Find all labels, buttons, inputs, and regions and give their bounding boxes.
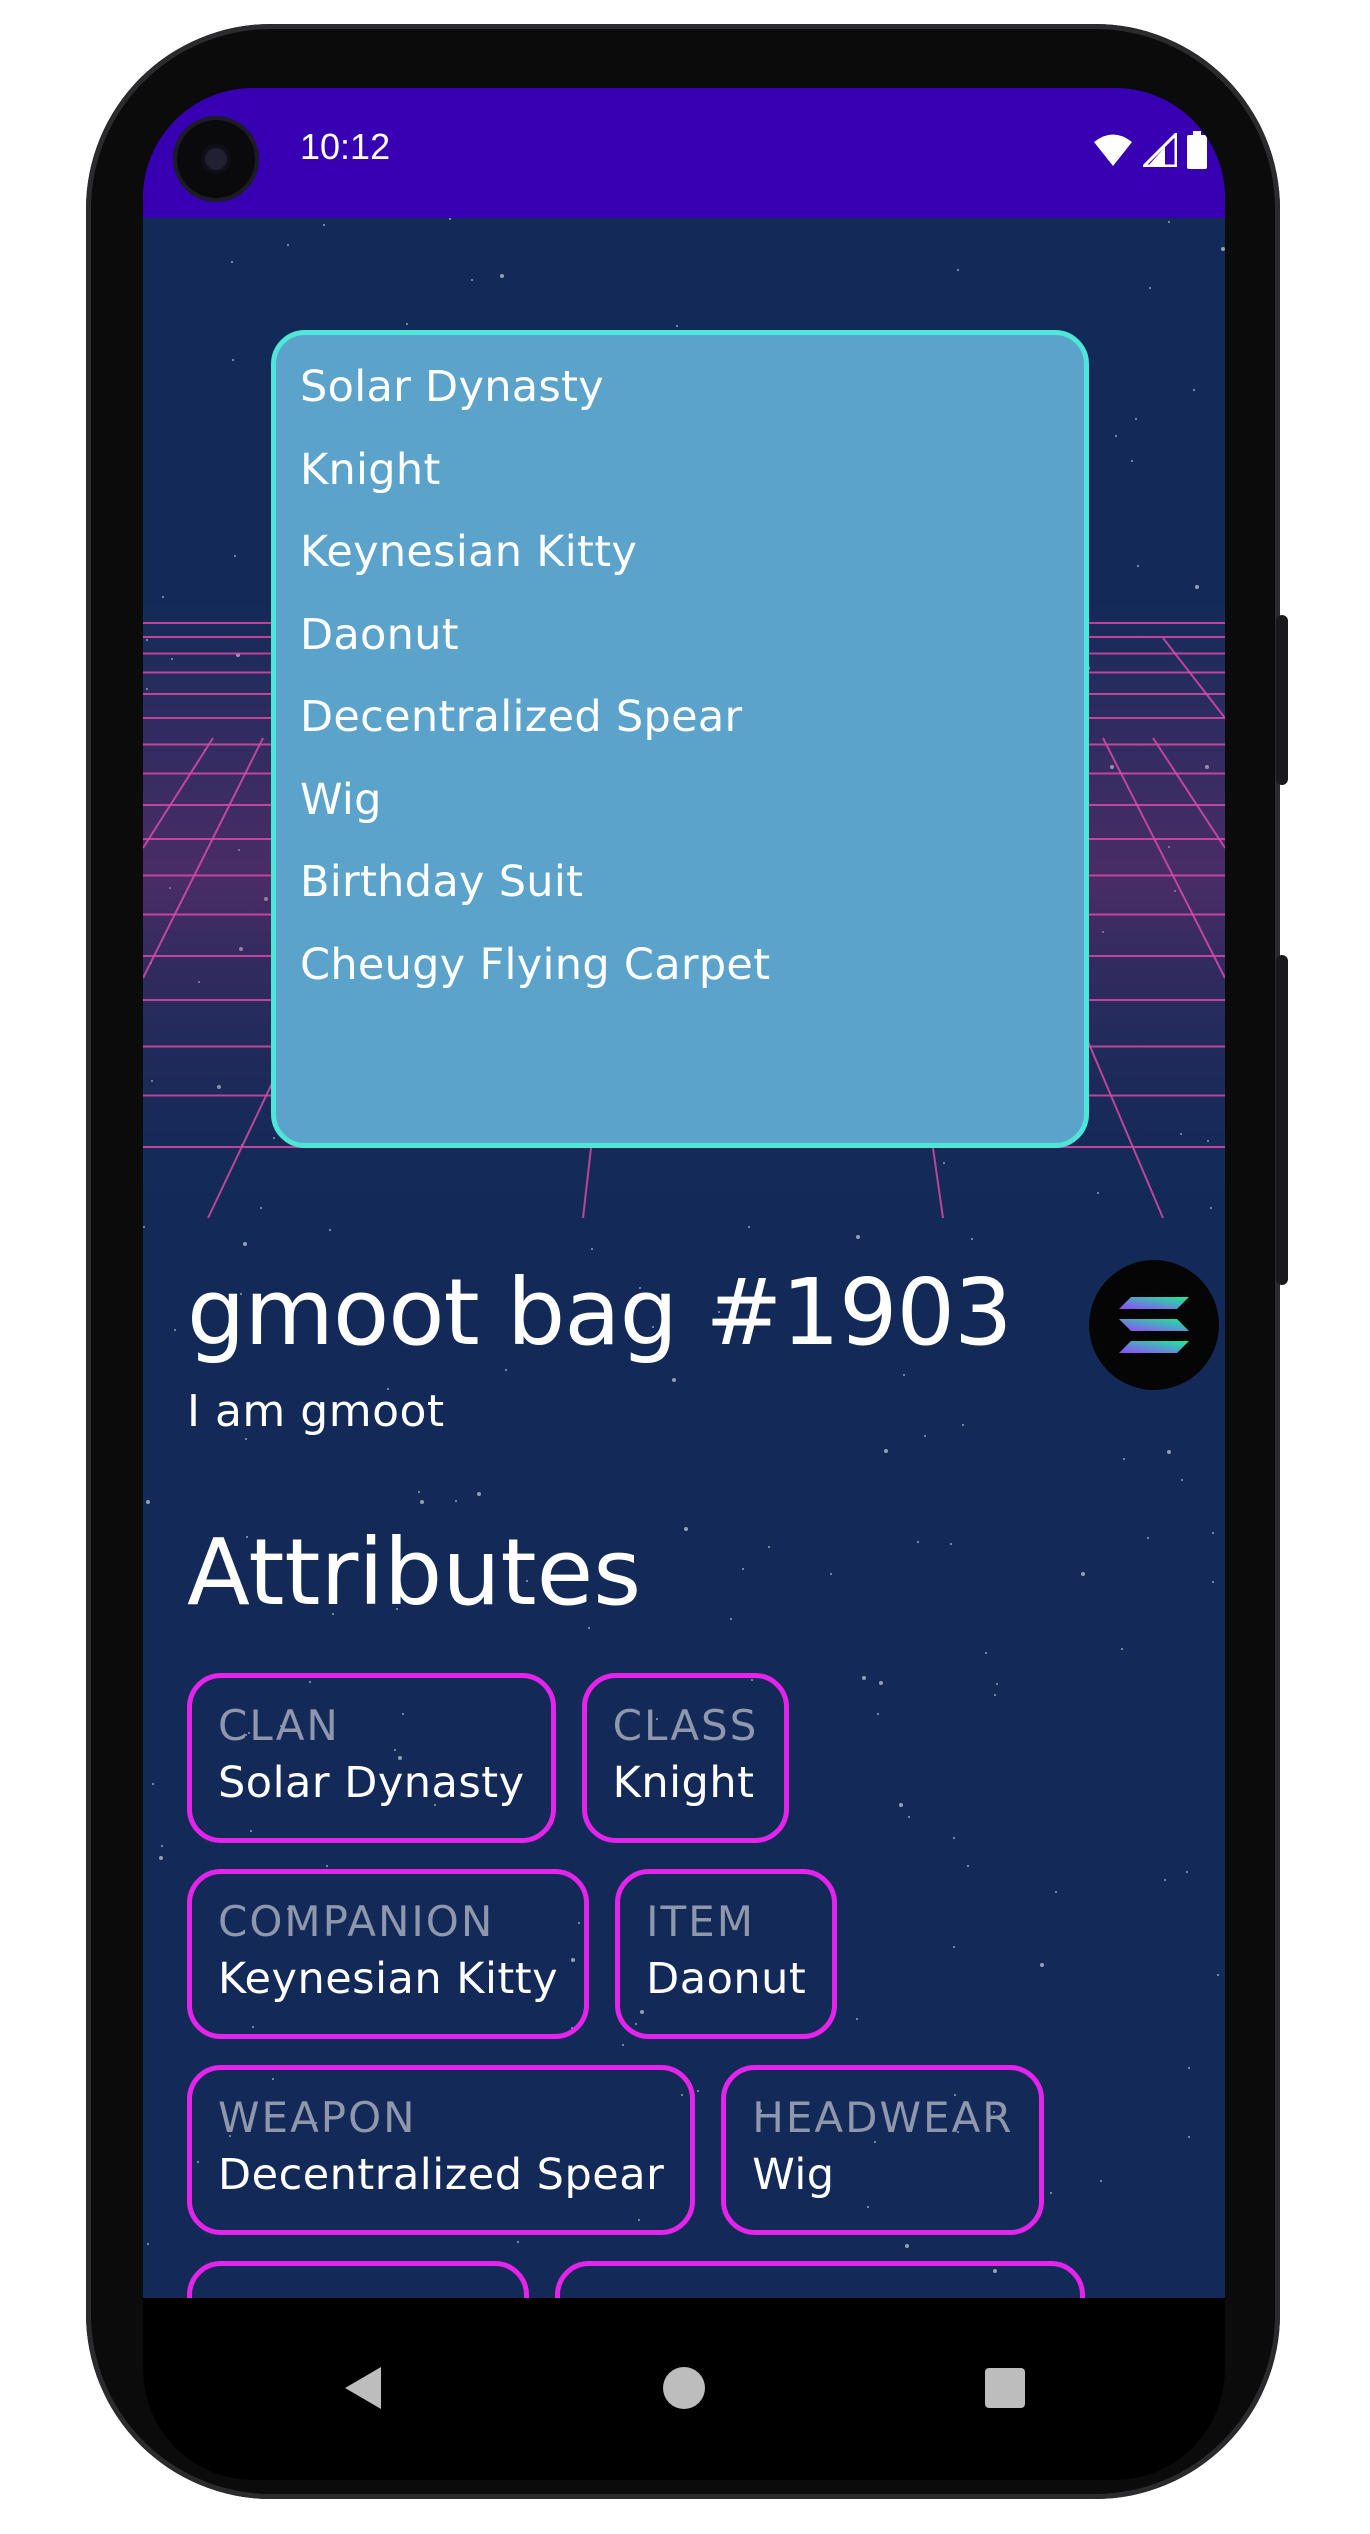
star-dot <box>477 1492 481 1496</box>
status-bar: 10:12 <box>143 88 1225 218</box>
star-dot <box>971 1238 973 1240</box>
home-icon[interactable] <box>644 2348 724 2428</box>
attribute-label: ITEM <box>646 1897 755 1946</box>
traits-list-card: Solar Dynasty Knight Keynesian Kitty Dao… <box>271 330 1089 1148</box>
star-dot <box>884 1449 888 1453</box>
star-dot <box>1123 1458 1125 1460</box>
star-dot <box>591 1248 593 1250</box>
star-dot <box>962 1424 964 1426</box>
attribute-chip-item[interactable]: ITEM Daonut <box>615 1869 838 2039</box>
attribute-label: HEADWEAR <box>752 2093 1014 2142</box>
attributes-grid: CLAN Solar Dynasty CLASS Knight COMPANIO… <box>187 1673 1197 2298</box>
attribute-chip-partial[interactable] <box>555 2261 1085 2298</box>
star-dot <box>1147 1537 1149 1539</box>
trait-line: Cheugy Flying Carpet <box>300 939 771 990</box>
nft-detail-page[interactable]: Solar Dynasty Knight Keynesian Kitty Dao… <box>143 218 1225 2298</box>
star-dot <box>1212 1532 1214 1534</box>
volume-button <box>1276 955 1288 1285</box>
star-dot <box>159 1856 163 1860</box>
attribute-row: WEAPON Decentralized Spear HEADWEAR Wig <box>187 2065 1197 2235</box>
attribute-row <box>187 2261 1197 2298</box>
trait-line: Solar Dynasty <box>300 362 605 412</box>
star-dot <box>152 1783 154 1785</box>
star-dot <box>243 1242 247 1246</box>
back-icon[interactable] <box>323 2348 403 2428</box>
trait-line: Knight <box>300 444 441 495</box>
attribute-chip-class[interactable]: CLASS Knight <box>581 1673 790 1843</box>
attribute-row: CLAN Solar Dynasty CLASS Knight <box>187 1673 1197 1843</box>
attribute-chip-weapon[interactable]: WEAPON Decentralized Spear <box>187 2065 696 2235</box>
attribute-row: COMPANION Keynesian Kitty ITEM Daonut <box>187 1869 1197 2039</box>
attribute-chip-partial[interactable] <box>187 2261 529 2298</box>
star-dot <box>768 1546 770 1548</box>
star-dot <box>830 1573 832 1575</box>
star-dot <box>985 1652 987 1654</box>
trait-line: Decentralized Spear <box>300 692 743 742</box>
star-dot <box>147 2243 149 2245</box>
attribute-value: Wig <box>752 2150 835 2200</box>
trait-line: Wig <box>300 774 382 825</box>
nft-title: gmoot bag #1903 <box>187 1259 1013 1366</box>
star-dot <box>455 1500 457 1502</box>
wifi-icon <box>1094 134 1132 166</box>
status-time: 10:12 <box>300 126 391 167</box>
attribute-value: Solar Dynasty <box>218 1758 525 1808</box>
star-dot <box>730 1618 732 1620</box>
star-dot <box>418 1491 420 1493</box>
status-icons <box>1093 130 1207 170</box>
trait-line: Daonut <box>300 609 459 660</box>
attribute-chip-companion[interactable]: COMPANION Keynesian Kitty <box>187 1869 590 2039</box>
star-dot <box>146 1500 150 1504</box>
attribute-value: Decentralized Spear <box>218 2150 665 2200</box>
cell-signal-icon <box>1143 133 1177 167</box>
star-dot <box>1121 1648 1123 1650</box>
attribute-label: WEAPON <box>218 2093 417 2142</box>
solana-logo-icon[interactable] <box>1089 1260 1219 1390</box>
star-dot <box>917 1541 919 1543</box>
trait-line: Birthday Suit <box>300 857 584 907</box>
attribute-label: CLAN <box>218 1701 340 1750</box>
star-dot <box>329 1229 331 1231</box>
trait-line: Keynesian Kitty <box>300 527 638 577</box>
attribute-value: Knight <box>612 1758 755 1808</box>
battery-icon <box>1187 131 1207 169</box>
front-camera <box>177 120 255 198</box>
recents-icon[interactable] <box>965 2348 1045 2428</box>
star-dot <box>1212 1581 1214 1583</box>
star-dot <box>1081 1572 1085 1576</box>
star-dot <box>1167 1450 1171 1454</box>
star-dot <box>174 1329 176 1331</box>
attribute-chip-clan[interactable]: CLAN Solar Dynasty <box>187 1673 556 1843</box>
star-dot <box>748 1226 750 1228</box>
attributes-heading: Attributes <box>187 1519 642 1626</box>
attribute-value: Keynesian Kitty <box>218 1954 559 2004</box>
star-dot <box>924 1435 926 1437</box>
star-dot <box>856 1235 860 1239</box>
star-dot <box>143 1226 145 1228</box>
attribute-chip-headwear[interactable]: HEADWEAR Wig <box>721 2065 1045 2235</box>
star-dot <box>161 1845 163 1847</box>
star-dot <box>1217 1974 1219 1976</box>
attribute-value: Daonut <box>646 1954 807 2004</box>
star-dot <box>684 1527 688 1531</box>
attribute-label: COMPANION <box>218 1897 495 1946</box>
phone-screen: 10:12 Solar Dynasty Knight Keynesian Kit… <box>143 88 1225 2480</box>
star-dot <box>950 1543 952 1545</box>
navigation-bar <box>143 2298 1225 2480</box>
power-button <box>1276 615 1288 785</box>
star-dot <box>420 1500 424 1504</box>
star-dot <box>1181 1479 1183 1481</box>
attribute-label: CLASS <box>612 1701 759 1750</box>
star-dot <box>742 1568 744 1570</box>
nft-description: I am gmoot <box>187 1386 445 1437</box>
star-dot <box>245 1438 247 1440</box>
